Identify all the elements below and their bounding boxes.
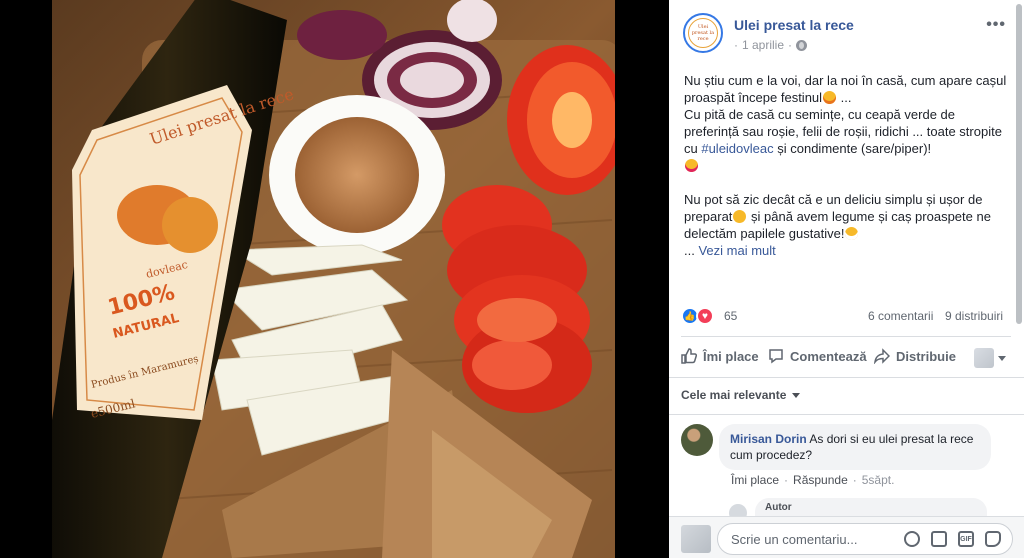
comment-like-link[interactable]: Îmi place — [731, 473, 779, 487]
comment-author-link[interactable]: Mirisan Dorin — [730, 432, 807, 446]
reply-preview: Autor — [729, 498, 989, 522]
thumbs-up-icon — [681, 348, 697, 364]
sticker-icon[interactable] — [985, 531, 1001, 547]
emoji-icon[interactable] — [904, 531, 920, 547]
reaction-icons[interactable]: 👍 ♥ — [681, 307, 714, 325]
comment-button[interactable]: Comentează — [768, 348, 867, 364]
reactions-row: 👍 ♥ 65 6 comentarii 9 distribuiri — [681, 305, 1011, 327]
hashtag-link[interactable]: #uleidovleac — [701, 141, 773, 156]
page-name-link[interactable]: Ulei presat la rece — [734, 17, 854, 33]
camera-icon[interactable] — [931, 531, 947, 547]
like-button[interactable]: Îmi place — [681, 348, 759, 364]
globe-icon[interactable] — [796, 39, 808, 51]
divider — [669, 414, 1024, 415]
post-date[interactable]: 1 aprilie — [742, 38, 784, 52]
star-struck-emoji-icon — [823, 91, 837, 104]
post-text: Nu știu cum e la voi, dar la noi în casă… — [684, 72, 1011, 276]
page-avatar-logo: Ulei presat la rece — [688, 18, 718, 48]
page-avatar[interactable]: Ulei presat la rece — [683, 13, 723, 53]
comment-reply-link[interactable]: Răspunde — [793, 473, 848, 487]
shares-count[interactable]: 9 distribuiri — [945, 309, 1003, 323]
post-paragraph-1: Nu știu cum e la voi, dar la noi în casă… — [684, 72, 1011, 174]
oil-bowl — [269, 95, 445, 255]
gif-icon[interactable]: GIF — [958, 531, 974, 547]
heart-eyes-emoji-icon — [685, 159, 698, 172]
share-icon — [874, 348, 890, 364]
composer-user-avatar — [681, 525, 711, 553]
grinning-emoji-icon — [845, 227, 859, 240]
post-paragraph-2: Nu pot să zic decât că e un deliciu simp… — [684, 192, 991, 258]
comment-icon — [769, 349, 783, 364]
share-button[interactable]: Distribuie — [874, 348, 956, 364]
post-meta: · 1 aprilie · — [734, 38, 808, 52]
comment-composer: Scrie un comentariu... GIF — [669, 516, 1024, 558]
post-side-panel: Ulei presat la rece Ulei presat la rece … — [669, 0, 1024, 558]
post-photo[interactable]: Ulei presat la rece dovleac 100% NATURAL… — [52, 0, 615, 558]
reply-author-badge: Autor — [755, 498, 987, 518]
divider — [669, 377, 1024, 378]
post-header: Ulei presat la rece Ulei presat la rece … — [669, 0, 1024, 62]
comments-count[interactable]: 6 comentarii — [868, 309, 933, 323]
more-options-button[interactable]: ••• — [986, 16, 1006, 34]
comment-sort-dropdown[interactable]: Cele mai relevante — [681, 388, 801, 402]
divider — [681, 336, 1011, 337]
comment-input[interactable]: Scrie un comentariu... GIF — [717, 523, 1013, 555]
share-audience-selector[interactable] — [974, 348, 1006, 368]
smiling-emoji-icon — [733, 210, 747, 223]
commenter-avatar[interactable] — [681, 424, 713, 456]
user-avatar — [974, 348, 994, 368]
comment-actions: Îmi place · Răspunde · 5săpt. — [731, 473, 895, 487]
post-actions: Îmi place Comentează Distribuie — [669, 342, 1024, 372]
comment-bubble: Mirisan Dorin As dori si eu ulei presat … — [719, 424, 991, 470]
facebook-photo-viewer: Ulei presat la rece dovleac 100% NATURAL… — [0, 0, 1024, 558]
food-photo-illustration: Ulei presat la rece dovleac 100% NATURAL… — [52, 0, 615, 558]
comment-time[interactable]: 5săpt. — [862, 473, 895, 487]
chevron-down-icon — [792, 392, 801, 398]
chevron-down-icon — [998, 355, 1006, 361]
love-reaction-icon: ♥ — [696, 307, 714, 325]
photo-pane: Ulei presat la rece dovleac 100% NATURAL… — [0, 0, 669, 558]
reactions-count[interactable]: 65 — [724, 309, 737, 323]
see-more-link[interactable]: Vezi mai mult — [698, 243, 775, 258]
comment-input-placeholder: Scrie un comentariu... — [731, 532, 858, 547]
